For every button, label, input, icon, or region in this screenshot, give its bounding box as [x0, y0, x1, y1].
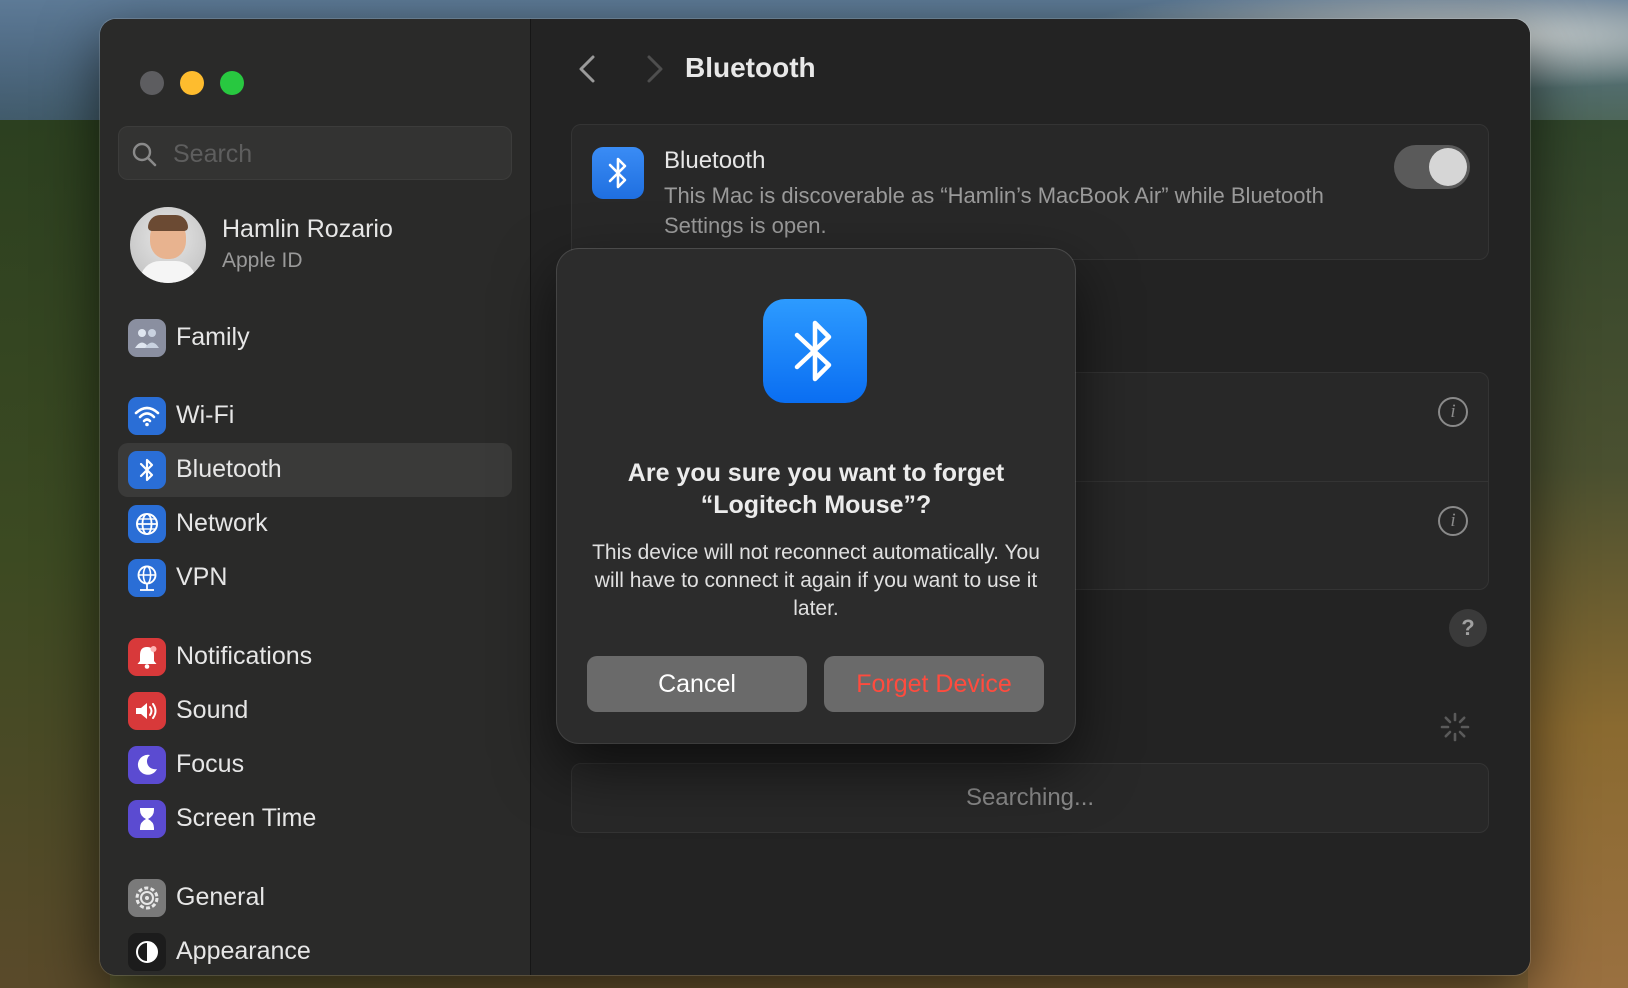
nearby-devices-card: Searching...	[571, 763, 1489, 833]
bluetooth-icon	[592, 147, 644, 199]
sidebar-item-bluetooth[interactable]: Bluetooth	[118, 443, 512, 497]
bluetooth-card-title: Bluetooth	[664, 147, 766, 174]
speaker-icon	[128, 692, 166, 730]
sidebar-item-label: Focus	[176, 750, 245, 778]
apple-id-profile[interactable]: Hamlin Rozario Apple ID	[130, 207, 510, 287]
profile-name: Hamlin Rozario	[222, 215, 393, 243]
search-input[interactable]	[171, 135, 495, 173]
forward-chevron-icon[interactable]	[637, 49, 673, 89]
wifi-icon	[128, 397, 166, 435]
toggle-knob	[1429, 148, 1467, 186]
sidebar-item-label: Screen Time	[176, 804, 317, 832]
sidebar-item-vpn[interactable]: VPN	[118, 551, 512, 605]
bluetooth-toggle[interactable]	[1394, 145, 1470, 189]
bluetooth-settings-card: Bluetooth This Mac is discoverable as “H…	[571, 124, 1489, 260]
dialog-message: This device will not reconnect automatic…	[592, 541, 1040, 620]
profile-subtitle: Apple ID	[222, 249, 303, 272]
maximize-window-button[interactable]	[220, 71, 244, 95]
family-icon	[128, 319, 166, 357]
moon-icon	[128, 746, 166, 784]
sidebar-item-general[interactable]: General	[118, 871, 512, 925]
sidebar-item-sound[interactable]: Sound	[118, 684, 512, 738]
sidebar-item-wifi[interactable]: Wi-Fi	[118, 389, 512, 443]
search-box[interactable]	[118, 126, 512, 180]
gear-icon	[128, 879, 166, 917]
wallpaper-left	[0, 120, 110, 988]
hourglass-icon	[128, 800, 166, 838]
sidebar-item-label: Sound	[176, 696, 249, 724]
sidebar-item-focus[interactable]: Focus	[118, 738, 512, 792]
sidebar-item-label: Network	[176, 509, 268, 537]
sidebar-item-screen-time[interactable]: Screen Time	[118, 792, 512, 846]
sidebar-item-appearance[interactable]: Appearance	[118, 925, 512, 975]
sidebar-item-label: Bluetooth	[176, 455, 282, 483]
forget-device-dialog: Are you sure you want to forget “Logitec…	[557, 249, 1075, 743]
spinner-icon	[1440, 712, 1470, 742]
vpn-icon	[128, 559, 166, 597]
device-info-button[interactable]: i	[1438, 397, 1468, 427]
bluetooth-card-description: This Mac is discoverable as “Hamlin’s Ma…	[664, 183, 1324, 238]
sidebar-item-notifications[interactable]: Notifications	[118, 630, 512, 684]
dialog-title-line: “Logitech Mouse”?	[700, 491, 932, 519]
avatar	[130, 207, 206, 283]
sidebar-item-label: VPN	[176, 563, 228, 591]
dialog-title-line: Are you sure you want to forget	[627, 459, 1005, 487]
searching-status: Searching...	[965, 784, 1095, 811]
search-icon	[132, 142, 157, 167]
bluetooth-icon	[128, 451, 166, 489]
appearance-icon	[128, 933, 166, 971]
sidebar-item-label: Wi-Fi	[176, 401, 235, 429]
close-window-button[interactable]	[140, 71, 164, 95]
sidebar-item-label: Appearance	[176, 937, 311, 965]
sidebar-item-label: General	[176, 883, 265, 911]
globe-icon	[128, 505, 166, 543]
device-info-button[interactable]: i	[1438, 506, 1468, 536]
sidebar-item-label: Notifications	[176, 642, 313, 670]
bell-icon	[128, 638, 166, 676]
sidebar-item-label: Family	[176, 323, 250, 351]
dialog-title: Are you sure you want to forget “Logitec…	[577, 457, 1055, 521]
sidebar: Hamlin Rozario Apple ID Family	[100, 19, 531, 975]
forget-device-button[interactable]: Forget Device	[824, 656, 1044, 712]
sidebar-item-network[interactable]: Network	[118, 497, 512, 551]
page-title: Bluetooth	[685, 52, 816, 83]
back-chevron-icon[interactable]	[569, 49, 605, 89]
sidebar-item-family[interactable]: Family	[118, 311, 512, 365]
minimize-window-button[interactable]	[180, 71, 204, 95]
cancel-button[interactable]: Cancel	[587, 656, 807, 712]
wallpaper-right	[1528, 120, 1628, 988]
help-button[interactable]: ?	[1449, 609, 1487, 647]
bluetooth-icon	[763, 299, 867, 403]
